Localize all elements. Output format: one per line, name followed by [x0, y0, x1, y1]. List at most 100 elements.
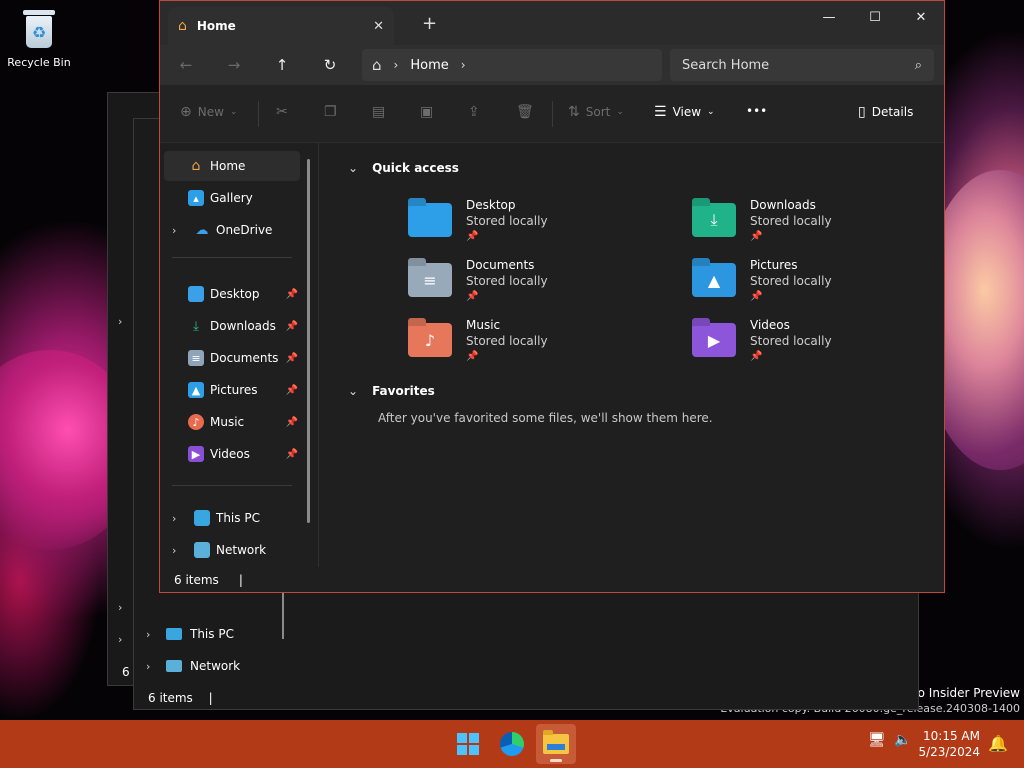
search-input[interactable]: Search Home	[682, 58, 915, 73]
sidebar-item-desktop[interactable]: Desktop 📌	[164, 279, 300, 309]
close-tab-icon[interactable]: ✕	[373, 19, 384, 34]
breadcrumb-home[interactable]: Home	[410, 58, 448, 73]
view-button[interactable]: ☰ View ⌄	[654, 104, 715, 120]
forward-button[interactable]: →	[222, 55, 246, 75]
favorites-header[interactable]: ⌄ Favorites	[348, 384, 435, 398]
bg1-chevron-3[interactable]: ›	[118, 633, 130, 646]
pin-icon[interactable]: 📌	[286, 353, 298, 364]
chevron-right-icon[interactable]: ›	[172, 544, 186, 557]
sidebar-item-label: This PC	[216, 511, 260, 525]
maximize-button[interactable]: ☐	[852, 7, 898, 27]
refresh-button[interactable]: ↻	[318, 55, 342, 75]
search-box[interactable]: Search Home ⌕	[670, 49, 934, 81]
clock-time: 10:15 AM	[923, 729, 980, 743]
music-icon: ♪	[188, 414, 204, 430]
chevron-right-icon: ›	[118, 315, 123, 328]
pin-icon[interactable]: 📌	[286, 417, 298, 428]
pin-icon[interactable]: 📌	[286, 289, 298, 300]
bg1-chevron[interactable]: ›	[118, 315, 130, 328]
sidebar-item-music[interactable]: ♪ Music 📌	[164, 407, 300, 437]
sidebar-item-home[interactable]: ⌂ Home	[164, 151, 300, 181]
rename-button[interactable]: ▣	[420, 104, 433, 120]
quick-access-pictures[interactable]: ▲ Pictures Stored locally 📌	[692, 257, 832, 305]
cut-button[interactable]: ✂	[276, 104, 288, 120]
breadcrumb[interactable]: ⌂ › Home ›	[362, 49, 662, 81]
back-button[interactable]: ←	[174, 55, 198, 75]
new-button[interactable]: ⊕ New ⌄	[180, 104, 237, 120]
gallery-icon: ▴	[188, 190, 204, 206]
content-pane[interactable]: ⌄ Quick access Desktop Stored locally 📌 …	[320, 143, 940, 573]
chevron-right-icon[interactable]: ›	[172, 512, 186, 525]
quick-access-downloads[interactable]: ⤓ Downloads Stored locally 📌	[692, 197, 832, 245]
chevron-right-icon[interactable]: ›	[461, 58, 466, 72]
share-button[interactable]: ⇪	[468, 104, 480, 120]
sidebar-item-label: Downloads	[210, 319, 276, 333]
pin-icon[interactable]: 📌	[286, 449, 298, 460]
close-window-button[interactable]: ✕	[898, 7, 944, 27]
sidebar-item-downloads[interactable]: ⤓ Downloads 📌	[164, 311, 300, 341]
clipboard-icon: ▤	[372, 104, 386, 120]
folder-name: Documents	[466, 258, 535, 272]
edge-browser-icon	[500, 732, 524, 756]
tab-home[interactable]: ⌂ Home ✕	[168, 7, 394, 45]
paste-button[interactable]: ▤	[372, 104, 385, 120]
bg2-nav-label: Network	[190, 659, 241, 673]
sidebar-item-documents[interactable]: ≡ Documents 📌	[164, 343, 300, 373]
minimize-button[interactable]: —	[806, 7, 852, 27]
folder-name: Music	[466, 318, 501, 332]
folder-location: Stored locally	[750, 274, 832, 288]
quick-access-desktop[interactable]: Desktop Stored locally 📌	[408, 197, 548, 245]
command-separator	[552, 101, 553, 127]
title-bar[interactable]: ⌂ Home ✕ + — ☐ ✕	[160, 1, 944, 45]
sidebar-item-gallery[interactable]: ▴ Gallery	[164, 183, 300, 213]
bg1-status: 6	[122, 665, 130, 679]
details-button[interactable]: ▯ Details	[858, 104, 913, 120]
more-options-button[interactable]: •••	[746, 104, 767, 118]
notification-bell-icon[interactable]: 🔔	[988, 734, 1008, 753]
pin-icon[interactable]: 📌	[286, 385, 298, 396]
clock[interactable]: 10:15 AM 5/23/2024	[916, 728, 980, 760]
music-folder-icon: ♪	[408, 323, 452, 357]
sort-button[interactable]: ⇅ Sort ⌄	[568, 104, 624, 120]
file-explorer-window[interactable]: ⌂ Home ✕ + — ☐ ✕ ← → ↑ ↻ ⌂ › Home › Sear…	[159, 0, 945, 593]
bg1-chevron-2[interactable]: ›	[118, 601, 130, 614]
delete-button[interactable]: 🗑	[516, 104, 534, 120]
sidebar-item-network[interactable]: › Network	[164, 535, 300, 565]
copy-button[interactable]: ❐	[324, 104, 337, 120]
pane-separator[interactable]	[318, 143, 319, 567]
navigation-pane[interactable]: ⌂ Home ▴ Gallery › ☁ OneDrive Desktop 📌 …	[160, 143, 318, 563]
sidebar-item-label: Home	[210, 159, 246, 173]
pin-icon: 📌	[750, 231, 763, 242]
chevron-down-icon[interactable]: ⌄	[348, 161, 358, 175]
sidebar-scrollbar[interactable]	[307, 159, 310, 523]
chevron-down-icon[interactable]: ⌄	[348, 384, 358, 398]
quick-access-documents[interactable]: ≡ Documents Stored locally 📌	[408, 257, 548, 305]
quick-access-videos[interactable]: ▶ Videos Stored locally 📌	[692, 317, 832, 365]
up-button[interactable]: ↑	[270, 55, 294, 75]
folder-name: Pictures	[750, 258, 798, 272]
home-outline-icon[interactable]: ⌂	[372, 56, 382, 74]
sidebar-item-label: Gallery	[210, 191, 253, 205]
sidebar-item-onedrive[interactable]: › ☁ OneDrive	[164, 215, 300, 245]
sidebar-item-this-pc[interactable]: › This PC	[164, 503, 300, 533]
chevron-right-icon[interactable]: ›	[394, 58, 399, 72]
file-explorer-icon	[543, 730, 569, 754]
sidebar-item-pictures[interactable]: ▲ Pictures 📌	[164, 375, 300, 405]
sidebar-item-videos[interactable]: ▶ Videos 📌	[164, 439, 300, 469]
details-label: Details	[871, 105, 914, 119]
volume-muted-icon[interactable]: 🔈	[894, 732, 911, 748]
chevron-right-icon[interactable]: ›	[172, 224, 186, 237]
network-status-icon[interactable]: 🖥	[868, 732, 886, 748]
new-tab-button[interactable]: +	[422, 13, 437, 34]
quick-access-header[interactable]: ⌄ Quick access	[348, 161, 459, 175]
recycle-bin[interactable]: ♻ Recycle Bin	[6, 8, 72, 69]
bg2-nav-network[interactable]: › Network	[146, 659, 240, 673]
start-button[interactable]	[448, 724, 488, 764]
taskbar-file-explorer[interactable]	[536, 724, 576, 764]
taskbar-edge[interactable]	[492, 724, 532, 764]
bg2-scrollbar[interactable]	[282, 589, 284, 639]
quick-access-music[interactable]: ♪ Music Stored locally 📌	[408, 317, 548, 365]
bg2-nav-this-pc[interactable]: › This PC	[146, 627, 234, 641]
computer-icon	[194, 510, 210, 526]
pin-icon[interactable]: 📌	[286, 321, 298, 332]
